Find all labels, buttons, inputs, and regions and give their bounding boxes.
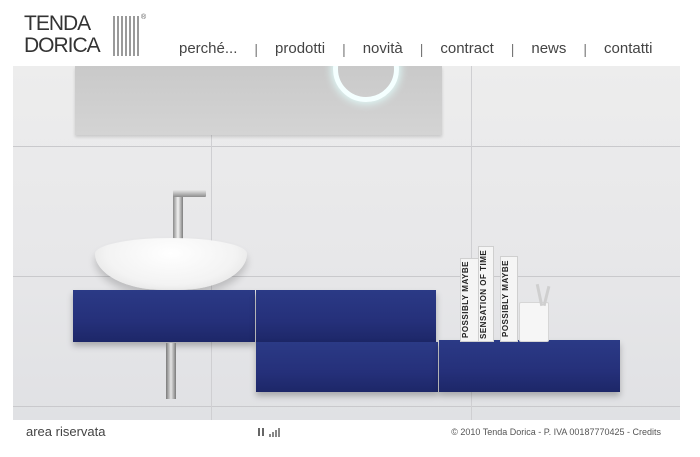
nav-separator: | [342, 40, 346, 57]
nav-separator: | [510, 40, 515, 57]
nav-item-novita[interactable]: novità [350, 40, 416, 57]
area-riservata-link[interactable]: area riservata [26, 424, 105, 439]
washbasin [95, 238, 247, 290]
nav-item-prodotti[interactable]: prodotti [262, 40, 338, 57]
nav-separator: | [419, 40, 424, 57]
nav-item-perche[interactable]: perché... [166, 40, 250, 57]
vanity-drawer [256, 342, 438, 392]
logo-line-2: DORICA [24, 34, 101, 57]
logo-line-1: TENDA [24, 12, 91, 35]
nav-item-news[interactable]: news [518, 40, 579, 57]
copyright-credits[interactable]: © 2010 Tenda Dorica - P. IVA 00187770425… [451, 427, 661, 437]
toothbrush-cup [519, 302, 549, 342]
vanity-drawer [73, 290, 255, 342]
faucet-spout [173, 190, 206, 197]
nav-separator: | [254, 40, 259, 57]
drain-pipe [166, 343, 176, 399]
faucet [173, 191, 183, 239]
pause-volume-icon[interactable] [258, 427, 284, 437]
mirror [75, 66, 442, 135]
book: POSSIBLY MAYBE [500, 256, 518, 342]
tile-joint [13, 406, 680, 407]
nav-item-contatti[interactable]: contatti [591, 40, 665, 57]
nav-separator: | [583, 40, 588, 57]
brand-logo[interactable]: TENDA DORICA ® [24, 12, 147, 60]
tile-joint [13, 146, 680, 147]
logo-column-mark [113, 16, 139, 56]
book: POSSIBLY MAYBE [460, 258, 480, 342]
hero-image: POSSIBLY MAYBE SENSATION OF TIME POSSIBL… [13, 66, 680, 420]
registered-mark: ® [141, 14, 147, 21]
nav-item-contract[interactable]: contract [427, 40, 506, 57]
book: SENSATION OF TIME [478, 246, 494, 342]
vanity-drawer [256, 290, 436, 342]
mirror-light-ring [333, 66, 399, 102]
main-nav: perché... | prodotti | novità | contract… [166, 40, 670, 57]
vanity-shelf [439, 340, 620, 392]
